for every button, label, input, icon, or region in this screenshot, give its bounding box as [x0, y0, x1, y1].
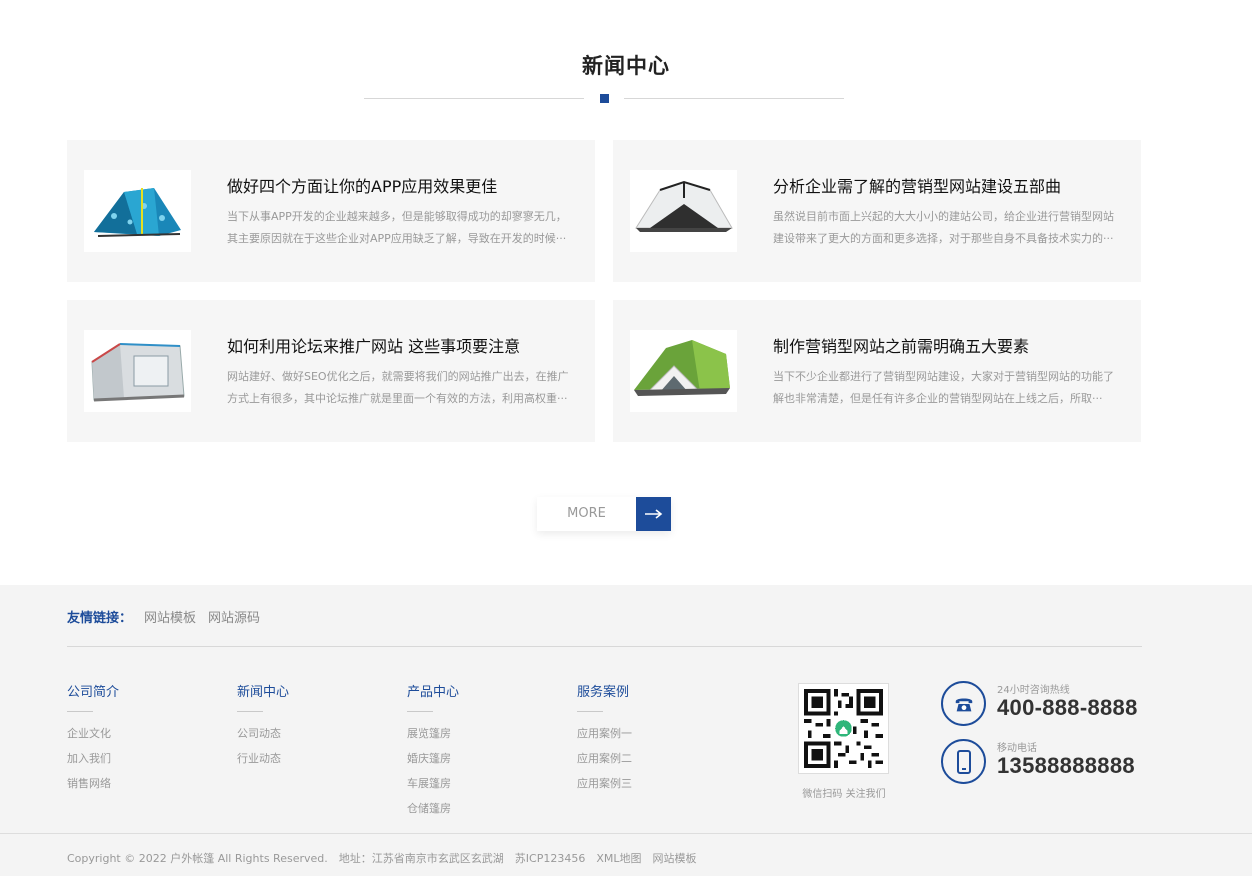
news-title[interactable]: 做好四个方面让你的APP应用效果更佳 [227, 173, 577, 197]
news-card[interactable]: 如何利用论坛来推广网站 这些事项要注意 网站建好、做好SEO优化之后，就需要将我… [67, 300, 595, 442]
more-button[interactable]: MORE [537, 497, 671, 531]
news-thumbnail-green-tent[interactable] [630, 330, 737, 412]
news-title[interactable]: 制作营销型网站之前需明确五大要素 [773, 333, 1123, 357]
footer-column-title[interactable]: 产品中心 [407, 681, 557, 700]
news-thumbnail-blue-tent[interactable] [84, 170, 191, 252]
news-excerpt: 网站建好、做好SEO优化之后，就需要将我们的网站推广出去，在推广方式上有很多，其… [227, 370, 569, 405]
news-card[interactable]: 做好四个方面让你的APP应用效果更佳 当下从事APP开发的企业越来越多，但是能够… [67, 140, 595, 282]
address-text: 地址：江苏省南京市玄武区玄武湖 [338, 852, 504, 865]
divider [67, 711, 93, 712]
news-thumbnail-white-tent[interactable] [630, 170, 737, 252]
footer-link[interactable]: 销售网络 [67, 771, 217, 796]
wechat-qr-code [798, 683, 889, 774]
mobile-icon [941, 739, 986, 784]
footer-link[interactable]: 企业文化 [67, 721, 217, 746]
title-divider-right [624, 98, 844, 99]
tent-image-icon [630, 330, 737, 412]
divider [577, 711, 603, 712]
footer-column-products: 产品中心 展览篷房 婚庆篷房 车展篷房 仓储篷房 [407, 681, 557, 821]
divider [407, 711, 433, 712]
footer-column-cases: 服务案例 应用案例一 应用案例二 应用案例三 [577, 681, 727, 796]
footer-link[interactable]: 婚庆篷房 [407, 746, 557, 771]
hotline-label: 24小时咨询热线 [997, 685, 1070, 696]
mobile-label: 移动电话 [997, 743, 1037, 754]
footer-link[interactable]: 公司动态 [237, 721, 387, 746]
news-card[interactable]: 制作营销型网站之前需明确五大要素 当下不少企业都进行了营销型网站建设，大家对于营… [613, 300, 1141, 442]
news-title[interactable]: 分析企业需了解的营销型网站建设五部曲 [773, 173, 1123, 197]
news-excerpt: 当下从事APP开发的企业越来越多，但是能够取得成功的却寥寥无几，其主要原因就在于… [227, 210, 567, 245]
qr-code-icon [804, 689, 883, 768]
copyright-text: Copyright © 2022 户外帐篷 All Rights Reserve… [67, 852, 328, 865]
news-excerpt: 虽然说目前市面上兴起的大大小小的建站公司，给企业进行营销型网站建设带来了更大的方… [773, 210, 1114, 245]
footer-link[interactable]: 仓储篷房 [407, 796, 557, 821]
footer-column-news: 新闻中心 公司动态 行业动态 [237, 681, 387, 771]
site-footer: 友情链接： 网站模板 网站源码 公司简介 企业文化 加入我们 销售网络 新闻中心… [0, 585, 1252, 876]
footer-link[interactable]: 车展篷房 [407, 771, 557, 796]
divider [237, 711, 263, 712]
sitemap-link[interactable]: XML地图 [596, 850, 641, 866]
tent-image-icon [84, 330, 191, 412]
hotline-number[interactable]: 400-888-8888 [997, 695, 1138, 721]
mobile-number[interactable]: 13588888888 [997, 753, 1135, 779]
footer-column-company: 公司简介 企业文化 加入我们 销售网络 [67, 681, 217, 796]
more-button-label[interactable]: MORE [537, 497, 636, 531]
phone-icon [941, 681, 986, 726]
footer-column-title[interactable]: 公司简介 [67, 681, 217, 700]
friend-links: 友情链接： 网站模板 网站源码 [67, 607, 260, 626]
news-excerpt: 当下不少企业都进行了营销型网站建设，大家对于营销型网站的功能了解也非常清楚，但是… [773, 370, 1114, 405]
friend-link[interactable]: 网站模板 [144, 607, 196, 626]
footer-link[interactable]: 应用案例一 [577, 721, 727, 746]
news-title[interactable]: 如何利用论坛来推广网站 这些事项要注意 [227, 333, 577, 357]
divider [0, 833, 1252, 834]
hotline-contact: 24小时咨询热线 400-888-8888 [941, 681, 1151, 729]
friend-link[interactable]: 网站源码 [208, 607, 260, 626]
footer-link[interactable]: 应用案例二 [577, 746, 727, 771]
footer-link[interactable]: 展览篷房 [407, 721, 557, 746]
news-thumbnail-grey-tent[interactable] [84, 330, 191, 412]
mobile-contact: 移动电话 13588888888 [941, 739, 1151, 787]
qr-caption: 微信扫码 关注我们 [802, 789, 886, 800]
template-link[interactable]: 网站模板 [652, 850, 696, 866]
footer-column-title[interactable]: 新闻中心 [237, 681, 387, 700]
section-title: 新闻中心 [582, 54, 670, 78]
footer-column-title[interactable]: 服务案例 [577, 681, 727, 700]
friend-links-label: 友情链接： [67, 611, 133, 626]
tent-image-icon [630, 170, 737, 252]
icp-link[interactable]: 苏ICP123456 [515, 850, 586, 866]
arrow-right-icon[interactable] [636, 497, 671, 531]
footer-link[interactable]: 行业动态 [237, 746, 387, 771]
footer-link[interactable]: 加入我们 [67, 746, 217, 771]
news-card[interactable]: 分析企业需了解的营销型网站建设五部曲 虽然说目前市面上兴起的大大小小的建站公司，… [613, 140, 1141, 282]
title-divider-dot [600, 94, 609, 103]
footer-link[interactable]: 应用案例三 [577, 771, 727, 796]
title-divider-left [364, 98, 584, 99]
divider [67, 646, 1142, 647]
copyright-bar: Copyright © 2022 户外帐篷 All Rights Reserve… [67, 850, 696, 866]
news-section: 新闻中心 做好四个方面让你的APP应用效果更佳 当下从事APP开发的企业越来越多… [0, 0, 1252, 585]
tent-image-icon [84, 170, 191, 252]
